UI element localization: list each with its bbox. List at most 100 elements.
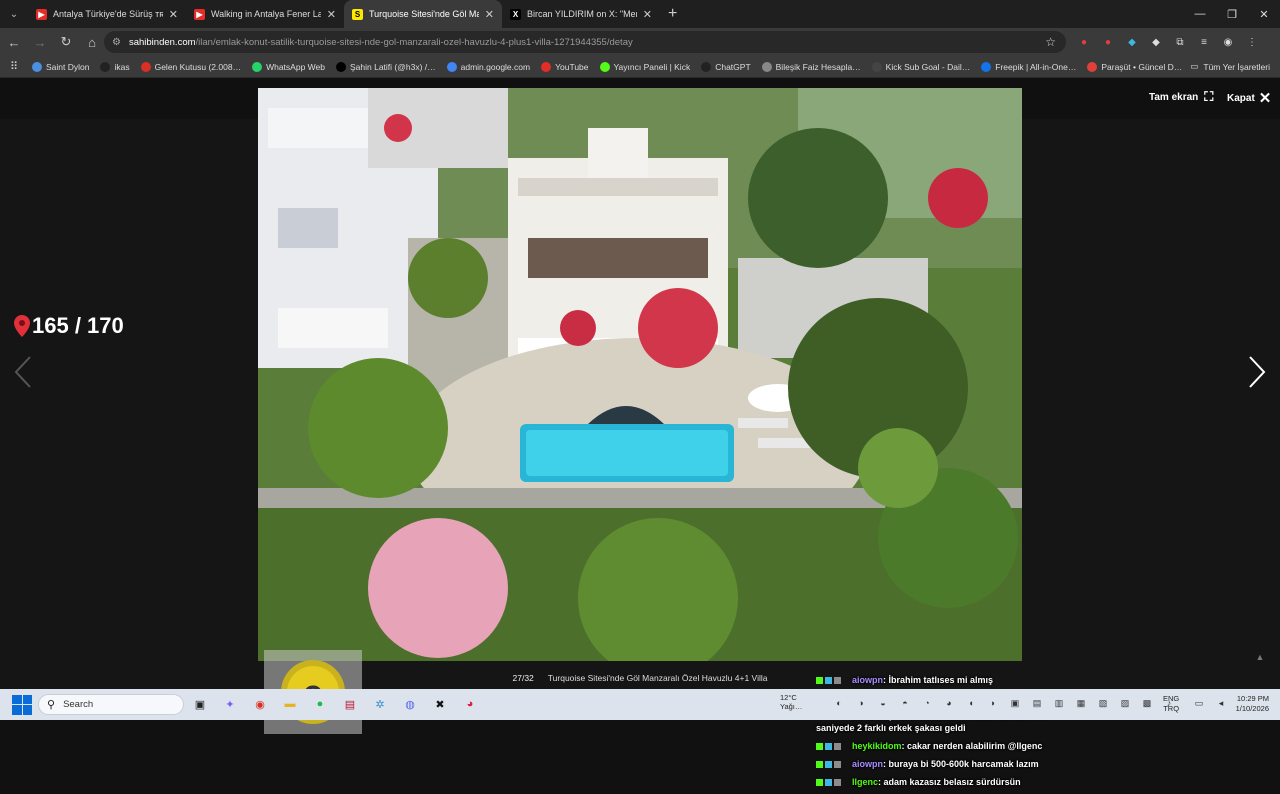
chat-username[interactable]: aiowpn xyxy=(852,759,883,769)
tab-media-icon[interactable]: ≡ xyxy=(1196,34,1212,50)
scroll-top-icon[interactable]: ▲ xyxy=(1250,647,1270,667)
bookmark-item[interactable]: ChatGPT xyxy=(701,61,751,72)
minimize-icon[interactable]: — xyxy=(1184,0,1216,28)
tray-app-icon[interactable]: ◔ xyxy=(920,696,934,710)
new-tab-button[interactable]: + xyxy=(668,5,677,23)
home-icon[interactable]: ⌂ xyxy=(80,30,104,54)
bookmark-item[interactable]: ikas xyxy=(100,61,130,72)
bookmark-item[interactable]: Saint Dylon xyxy=(32,61,89,72)
tab-search-chevron-icon[interactable]: ⌄ xyxy=(0,0,28,28)
taskbar-search[interactable]: ⚲ Search xyxy=(38,694,184,715)
chat-text: : adam kazasız belasız sürdürsün xyxy=(878,777,1021,787)
tray-app-icon[interactable]: ◕ xyxy=(942,696,956,710)
site-info-icon[interactable]: ⚙ xyxy=(112,37,121,48)
reload-icon[interactable]: ↻ xyxy=(54,30,78,54)
caption-index: 27/32 xyxy=(512,672,534,683)
villa-photo[interactable] xyxy=(258,88,1022,661)
next-photo-arrow-icon[interactable] xyxy=(1248,355,1266,389)
tray-app-icon[interactable]: ◒ xyxy=(876,696,890,710)
bookmark-item[interactable]: Freepik | All-in-One… xyxy=(981,61,1076,72)
back-icon[interactable]: ← xyxy=(2,30,26,54)
tray-app-icon[interactable]: ▤ xyxy=(1030,696,1044,710)
bookmark-item[interactable]: Yayıncı Paneli | Kick xyxy=(599,61,690,72)
profile-avatar-icon[interactable]: ◉ xyxy=(1220,34,1236,50)
tray-app-icon[interactable]: ◑ xyxy=(854,696,868,710)
chat-badges-icon xyxy=(816,758,852,770)
bookmark-item[interactable]: YouTube xyxy=(541,61,589,72)
all-bookmarks[interactable]: ▭ Tüm Yer İşaretleri xyxy=(1190,61,1270,72)
tray-app-icon[interactable]: ▥ xyxy=(1052,696,1066,710)
bookmark-item[interactable]: Kick Sub Goal - Dail… xyxy=(871,61,971,72)
tab-close-icon[interactable]: ✕ xyxy=(169,8,178,21)
task-view-icon[interactable]: ▣ xyxy=(190,693,210,715)
tray-app-icon[interactable]: ▦ xyxy=(1074,696,1088,710)
tab-close-icon[interactable]: ✕ xyxy=(643,8,652,21)
network-app-icon[interactable]: ✲ xyxy=(370,693,390,715)
tray-app-icon[interactable]: ▩ xyxy=(1140,696,1154,710)
windows-start-icon[interactable] xyxy=(12,694,32,715)
lang-top: ENG xyxy=(1163,694,1180,703)
monitor-icon[interactable]: ▭ xyxy=(1192,696,1206,710)
browser-tab[interactable]: ▶ Antalya Türkiye'de Sürüş ᴛʀ Ak… ✕ xyxy=(28,0,186,28)
discord-icon[interactable]: ◍ xyxy=(400,693,420,715)
taskbar-clock[interactable]: 10:29 PM 1/10/2026 xyxy=(1225,694,1269,714)
chrome-icon[interactable]: ◉ xyxy=(250,693,270,715)
tray-app-icon[interactable]: ▨ xyxy=(1118,696,1132,710)
extension-red-icon[interactable]: ● xyxy=(1076,34,1092,50)
bookmark-item[interactable]: Bileşik Faiz Hesapla… xyxy=(761,61,861,72)
tray-app-icon[interactable]: ◐ xyxy=(832,696,846,710)
bookmark-label: Kick Sub Goal - Dail… xyxy=(885,61,971,72)
bookmark-item[interactable]: Paraşüt • Güncel D… xyxy=(1087,61,1183,72)
copilot-icon[interactable]: ✦ xyxy=(220,693,240,715)
tray-app-icon[interactable]: ◖ xyxy=(964,696,978,710)
browser-menu-icon[interactable]: ⋮ xyxy=(1244,34,1260,50)
address-bar[interactable]: ⚙ sahibinden.com /ilan/emlak-konut-satil… xyxy=(104,31,1066,53)
bookmark-star-icon[interactable]: ☆ xyxy=(1045,35,1056,49)
caption-title: Turquoise Sitesi'nde Göl Manzaralı Özel … xyxy=(547,672,768,683)
tab-close-icon[interactable]: ✕ xyxy=(485,8,494,21)
input-language[interactable]: ENG TRQ xyxy=(1163,694,1179,714)
close-viewer-button[interactable]: Kapat ✕ xyxy=(1227,89,1271,107)
bookmark-item[interactable]: WhatsApp Web xyxy=(252,61,325,72)
browser-tab[interactable]: S Turquoise Sitesi'nde Göl Manza… ✕ xyxy=(344,0,502,28)
browser-tab[interactable]: ▶ Walking in Antalya Fener Lara, … ✕ xyxy=(186,0,344,28)
browser-tab[interactable]: X Bircan YILDIRIM on X: "Merve … ✕ xyxy=(502,0,660,28)
extension-badge-icon[interactable]: ● xyxy=(1100,34,1116,50)
close-window-icon[interactable]: ✕ xyxy=(1248,0,1280,28)
extension-blue-icon[interactable]: ◆ xyxy=(1124,34,1140,50)
apps-grid-icon[interactable]: ⠿ xyxy=(0,60,28,73)
chat-username[interactable]: heykikidom xyxy=(852,741,902,751)
taskbar-search-placeholder: Search xyxy=(63,699,94,710)
clock-time: 10:29 PM xyxy=(1236,694,1269,703)
bookmark-item[interactable]: Gelen Kutusu (2.008… xyxy=(140,61,241,72)
file-explorer-icon[interactable]: ▬ xyxy=(280,693,300,715)
extensions-puzzle-icon[interactable]: ⧉ xyxy=(1172,34,1188,50)
bookmark-label: Paraşüt • Güncel D… xyxy=(1101,61,1183,72)
forward-icon[interactable]: → xyxy=(28,30,52,54)
tab-title: Bircan YILDIRIM on X: "Merve … xyxy=(527,9,637,19)
bookmark-item[interactable]: admin.google.com xyxy=(446,61,531,72)
spotify-icon[interactable]: ● xyxy=(310,693,330,715)
obs-icon[interactable]: ▤ xyxy=(340,693,360,715)
tab-close-icon[interactable]: ✕ xyxy=(327,8,336,21)
extension-diamond-icon[interactable]: ◆ xyxy=(1148,34,1164,50)
recording-app-icon[interactable]: ◕ xyxy=(460,693,480,715)
restore-icon[interactable]: ❐ xyxy=(1216,0,1248,28)
chat-badges-icon xyxy=(816,740,852,752)
photo-counter-text: 165 / 170 xyxy=(32,313,124,338)
extension-icons: ● ● ◆ ◆ ⧉ ≡ ◉ ⋮ xyxy=(1076,34,1260,50)
tray-app-icon[interactable]: ▣ xyxy=(1008,696,1022,710)
previous-photo-arrow-icon[interactable] xyxy=(14,355,32,389)
bookmark-label: admin.google.com xyxy=(460,61,531,72)
fullscreen-button[interactable]: Tam ekran ⛶ xyxy=(1149,89,1213,105)
tray-app-icon[interactable]: ◗ xyxy=(986,696,1000,710)
bookmark-favicon-icon xyxy=(599,61,610,72)
bookmark-item[interactable]: Şahin Latifi (@h3x) /… xyxy=(335,61,436,72)
tray-app-icon[interactable]: ◓ xyxy=(898,696,912,710)
tray-app-icon[interactable]: ▧ xyxy=(1096,696,1110,710)
bookmark-favicon-icon xyxy=(446,61,457,72)
tab-list: ▶ Antalya Türkiye'de Sürüş ᴛʀ Ak… ✕ ▶ Walkin… xyxy=(28,0,660,28)
weather-widget[interactable]: 12°C Yağı… xyxy=(780,693,802,711)
chat-username[interactable]: llgenc xyxy=(852,777,878,787)
capcut-icon[interactable]: ✖ xyxy=(430,693,450,715)
